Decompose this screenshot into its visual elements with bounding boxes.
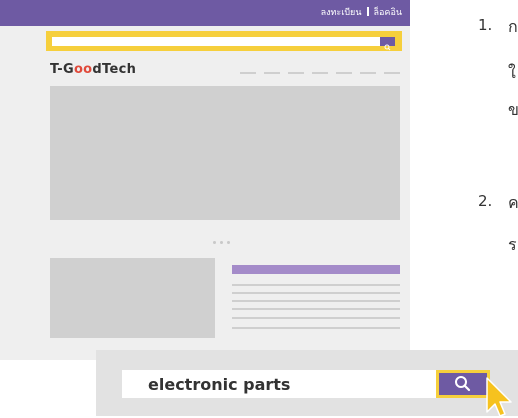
- text-line-placeholder: [232, 300, 400, 302]
- step-text: ข: [508, 100, 518, 119]
- text-line-placeholder: [232, 308, 400, 310]
- logo-prefix: T-G: [50, 62, 74, 77]
- carousel-dot[interactable]: [227, 241, 230, 244]
- step-number: 1.: [478, 16, 493, 34]
- text-line-placeholder: [232, 317, 400, 319]
- text-line-placeholder: [232, 292, 400, 294]
- text-line-placeholder: [232, 284, 400, 286]
- login-link[interactable]: ล็อคอิน: [374, 8, 403, 18]
- search-highlight: [46, 31, 402, 51]
- content-heading-placeholder: [232, 265, 400, 274]
- search-query: electronic parts: [148, 375, 291, 394]
- step-number: 2.: [478, 192, 493, 210]
- step-text: ค: [508, 193, 518, 212]
- nav-item[interactable]: [264, 72, 280, 74]
- step-text: ใ: [508, 63, 516, 82]
- nav-item[interactable]: [312, 72, 328, 74]
- search-input[interactable]: [52, 37, 380, 46]
- carousel-dot[interactable]: [220, 241, 223, 244]
- cursor-icon: [486, 377, 512, 417]
- website-mockup: ลงทะเบียน ล็อคอิน T-GoodTech: [0, 0, 410, 360]
- carousel-dot[interactable]: [213, 241, 216, 244]
- header-bar: ลงทะเบียน ล็อคอิน: [0, 0, 410, 26]
- text-line-placeholder: [232, 327, 400, 329]
- content-image[interactable]: [50, 258, 215, 338]
- step-text: ก: [508, 17, 518, 36]
- carousel-dots[interactable]: [213, 229, 234, 248]
- search-button[interactable]: [380, 37, 395, 51]
- header-links: ลงทะเบียน ล็อคอิน: [321, 7, 402, 18]
- search-input-zoomed[interactable]: electronic parts: [122, 370, 436, 398]
- register-link[interactable]: ลงทะเบียน: [321, 8, 362, 18]
- nav-item[interactable]: [360, 72, 376, 74]
- hero-banner[interactable]: [50, 86, 400, 220]
- link-separator: [366, 7, 369, 16]
- nav-item[interactable]: [384, 72, 400, 74]
- nav-item[interactable]: [288, 72, 304, 74]
- nav-item[interactable]: [240, 72, 256, 74]
- site-logo[interactable]: T-GoodTech: [50, 62, 136, 77]
- nav-item[interactable]: [336, 72, 352, 74]
- search-icon: [455, 376, 471, 392]
- search-button-highlight: [436, 370, 490, 398]
- logo-highlight: oo: [73, 62, 93, 77]
- zoomed-search-panel: electronic parts: [96, 350, 518, 417]
- search-button-zoomed[interactable]: [439, 373, 487, 395]
- logo-suffix: dTech: [92, 62, 137, 77]
- search-icon: [384, 44, 391, 51]
- step-text: ร: [508, 235, 517, 254]
